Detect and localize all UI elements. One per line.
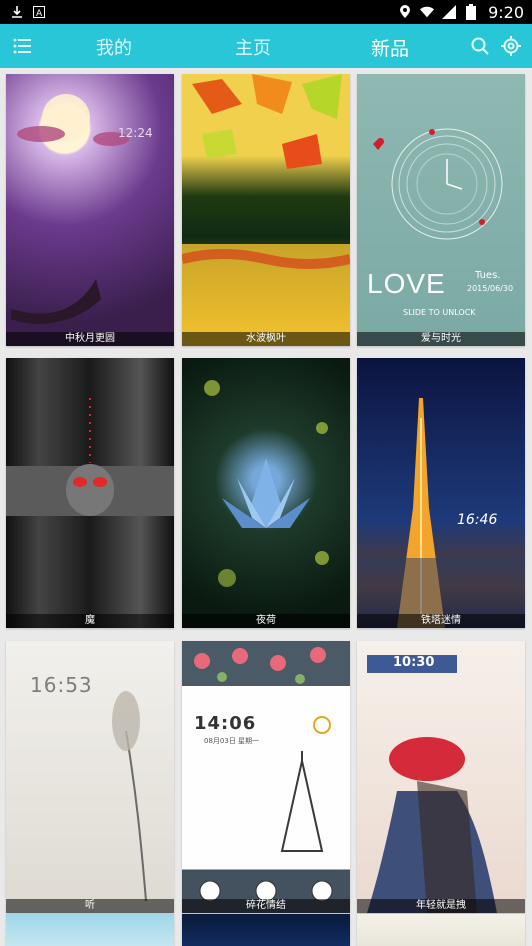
theme-card[interactable]: 10:30 年轻就是拽	[357, 641, 525, 913]
top-navigation-bar: 我的 主页 新品	[0, 24, 532, 68]
theme-title: 年轻就是拽	[357, 899, 525, 913]
theme-title: 魔	[6, 614, 174, 628]
theme-title: 爱与时光	[357, 332, 525, 346]
theme-title: 夜荷	[182, 614, 350, 628]
theme-grid: 12:24 中秋月更圆 水波枫叶 LOVE Tues. 2015/06/30 S…	[0, 68, 532, 946]
theme-thumbnail: 16:46	[357, 358, 525, 628]
theme-card[interactable]: 16:46 铁塔迷情	[357, 358, 525, 628]
theme-thumbnail	[357, 914, 525, 946]
theme-card[interactable]: 水波枫叶	[182, 74, 350, 346]
status-bar: A 9:20	[0, 0, 532, 24]
theme-thumbnail	[6, 914, 174, 946]
theme-thumbnail	[182, 74, 350, 346]
theme-card[interactable]	[357, 914, 525, 946]
menu-icon	[13, 38, 31, 54]
theme-thumbnail	[6, 358, 174, 628]
theme-title: 水波枫叶	[182, 332, 350, 346]
app-icon: A	[32, 5, 46, 19]
theme-title: 铁塔迷情	[357, 614, 525, 628]
search-button[interactable]	[466, 32, 494, 60]
status-time: 9:20	[488, 2, 524, 22]
theme-card[interactable]	[182, 914, 350, 946]
overlay-day: Tues.	[475, 270, 501, 281]
theme-thumbnail: 16:53	[6, 641, 174, 913]
svg-text:A: A	[36, 9, 43, 18]
overlay-unlock: SLIDE TO UNLOCK	[403, 308, 476, 317]
theme-title: 听	[6, 899, 174, 913]
theme-card[interactable]: LOVE Tues. 2015/06/30 SLIDE TO UNLOCK 爱与…	[357, 74, 525, 346]
theme-title: 碎花情结	[182, 899, 350, 913]
location-icon	[398, 5, 412, 19]
search-icon	[471, 37, 489, 55]
theme-card[interactable]: 夜荷	[182, 358, 350, 628]
theme-title: 中秋月更圆	[6, 332, 174, 346]
theme-thumbnail: LOVE Tues. 2015/06/30 SLIDE TO UNLOCK	[357, 74, 525, 346]
theme-card[interactable]	[6, 914, 174, 946]
overlay-time: 14:06	[194, 713, 257, 734]
download-icon	[10, 5, 24, 19]
battery-icon	[464, 4, 478, 20]
tab-mine[interactable]: 我的	[96, 34, 132, 60]
overlay-date: 08月03日 星期一	[204, 737, 260, 745]
overlay-date: 2015/06/30	[467, 284, 514, 293]
overlay-time: 16:46	[457, 512, 498, 528]
overlay-love: LOVE	[367, 268, 446, 299]
theme-thumbnail: 14:06 08月03日 星期一	[182, 641, 350, 913]
tab-home[interactable]: 主页	[235, 34, 271, 60]
signal-icon	[442, 5, 457, 19]
theme-thumbnail: 10:30	[357, 641, 525, 913]
theme-card[interactable]: 魔	[6, 358, 174, 628]
theme-card[interactable]: 12:24 中秋月更圆	[6, 74, 174, 346]
tab-new[interactable]: 新品	[371, 34, 409, 61]
theme-thumbnail: 12:24	[6, 74, 174, 346]
settings-button[interactable]	[497, 32, 525, 60]
gear-icon	[501, 36, 521, 56]
wifi-icon	[420, 5, 435, 19]
menu-button[interactable]	[0, 24, 44, 68]
overlay-time: 16:53	[30, 673, 93, 697]
overlay-time: 10:30	[393, 655, 435, 670]
theme-card[interactable]: 16:53 听	[6, 641, 174, 913]
theme-thumbnail	[182, 358, 350, 628]
theme-thumbnail	[182, 914, 350, 946]
theme-card[interactable]: 14:06 08月03日 星期一 碎花情结	[182, 641, 350, 913]
overlay-time: 12:24	[118, 126, 153, 140]
